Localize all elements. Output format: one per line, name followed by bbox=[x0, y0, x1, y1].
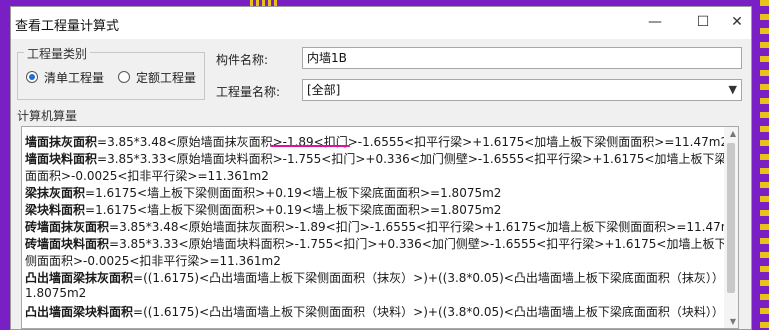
component-name-label: 构件名称: bbox=[216, 53, 269, 67]
radio-quota-quantity[interactable] bbox=[118, 71, 130, 83]
chevron-down-icon[interactable]: ▼ bbox=[729, 80, 737, 100]
calc-line: 墙面块料面积=3.85*3.33<原始墙面块料面积>-1.755<扣门>+0.3… bbox=[25, 152, 739, 166]
radio-quota-quantity-label[interactable]: 定额工程量 bbox=[136, 69, 196, 86]
quantity-type-legend: 工程量类别 bbox=[24, 45, 91, 62]
quantity-name-value: [全部] bbox=[307, 83, 341, 97]
minimize-button[interactable]: — bbox=[643, 11, 667, 33]
highlight-underline bbox=[270, 145, 350, 147]
component-name-value: 内墙1B bbox=[307, 51, 347, 65]
calc-legend: 计算机算量 bbox=[14, 107, 81, 124]
calc-line: 凸出墙面梁块料面积=((1.6175)<凸出墙面墙上板下梁侧面面积（块料）>)+… bbox=[25, 305, 739, 319]
scrollbar-thumb[interactable] bbox=[727, 143, 735, 293]
calc-text-area[interactable]: 墙面抹灰面积=3.85*3.48<原始墙面抹灰面积>-1.89<扣门>-1.65… bbox=[21, 126, 739, 329]
calc-line: 砖墙面块料面积=3.85*3.33<原始墙面块料面积>-1.755<扣门>+0.… bbox=[25, 237, 739, 251]
component-name-field[interactable]: 内墙1B bbox=[302, 47, 742, 69]
calc-line: 墙面抹灰面积=3.85*3.48<原始墙面抹灰面积>-1.89<扣门>-1.65… bbox=[25, 135, 729, 149]
calc-line: 侧面面积>-0.0025<扣非平行梁>=11.361m2 bbox=[25, 254, 281, 268]
title-bar[interactable]: 查看工程量计算式 — ☐ ✕ bbox=[11, 7, 751, 39]
calc-line: 砖墙面抹灰面积=3.85*3.48<原始墙面抹灰面积>-1.89<扣门>-1.6… bbox=[25, 220, 739, 234]
calc-line: 凸出墙面梁抹灰面积=((1.6175)<凸出墙面墙上板下梁侧面面积（抹灰）>)+… bbox=[25, 271, 739, 285]
quantity-name-select[interactable]: [全部] ▼ bbox=[302, 79, 742, 101]
quantity-name-label: 工程量名称: bbox=[216, 85, 281, 99]
scroll-down-icon[interactable]: ▼ bbox=[730, 317, 736, 326]
window-title: 查看工程量计算式 bbox=[15, 19, 120, 34]
calc-dialog: 查看工程量计算式 — ☐ ✕ 工程量类别 清单工程量 定额工程量 构件名称: 内… bbox=[10, 6, 752, 330]
calc-line: 面面积>-0.0025<扣非平行梁>=11.361m2 bbox=[25, 169, 269, 183]
radio-bill-quantity[interactable] bbox=[26, 71, 38, 83]
calc-line: 梁抹灰面积=1.6175<墙上板下梁侧面面积>+0.19<墙上板下梁底面面积>=… bbox=[25, 186, 502, 200]
calc-line: 1.8075m2 bbox=[25, 286, 87, 300]
vertical-scrollbar[interactable]: ▲ ▼ bbox=[724, 127, 738, 328]
scroll-up-icon[interactable]: ▲ bbox=[730, 129, 736, 138]
desktop-background bbox=[0, 0, 10, 330]
calc-line: 梁块料面积=1.6175<墙上板下梁侧面面积>+0.19<墙上板下梁底面面积>=… bbox=[25, 203, 502, 217]
close-button[interactable]: ✕ bbox=[725, 11, 749, 33]
desktop-stripe bbox=[760, 0, 769, 330]
quantity-type-group: 工程量类别 清单工程量 定额工程量 bbox=[17, 45, 205, 100]
radio-bill-quantity-label[interactable]: 清单工程量 bbox=[44, 69, 104, 86]
maximize-button[interactable]: ☐ bbox=[691, 11, 715, 33]
